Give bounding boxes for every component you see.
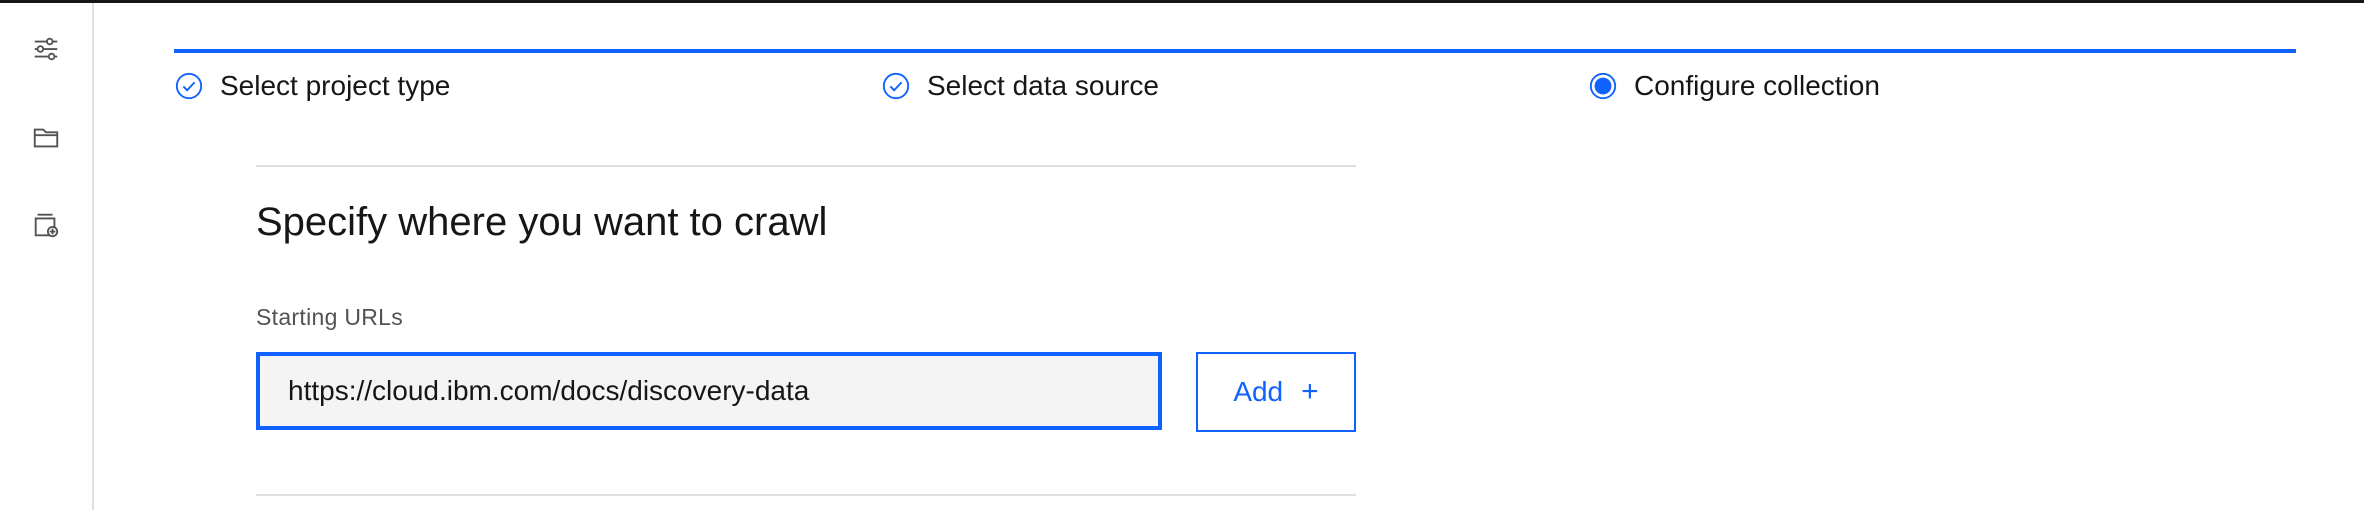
top-border [0,0,2364,3]
step-label: Select project type [220,70,451,101]
step-configure-collection[interactable]: Configure collection [1588,68,1880,104]
step-select-data-source[interactable]: Select data source [881,68,1159,104]
starting-urls-label: Starting URLs [256,304,404,330]
current-step-icon [1589,72,1617,100]
folder-icon[interactable] [28,119,64,155]
step-label: Select data source [927,70,1159,101]
add-icon: + [1301,375,1319,408]
left-nav [0,3,94,510]
settings-sliders-icon[interactable] [28,31,64,67]
add-button-label: Add [1233,376,1284,407]
section-divider-top [256,165,1356,167]
section-heading: Specify where you want to crawl [256,200,828,244]
checkmark-outline-icon [175,72,203,100]
step-label: Configure collection [1634,70,1880,101]
starting-url-input[interactable] [256,352,1162,430]
section-divider-bottom [256,494,1356,496]
checkmark-outline-icon [882,72,910,100]
add-url-button[interactable]: Add + [1196,352,1356,432]
collection-add-icon[interactable] [28,207,64,243]
progress-indicator-bar [174,49,2296,53]
step-select-project-type[interactable]: Select project type [174,68,450,104]
